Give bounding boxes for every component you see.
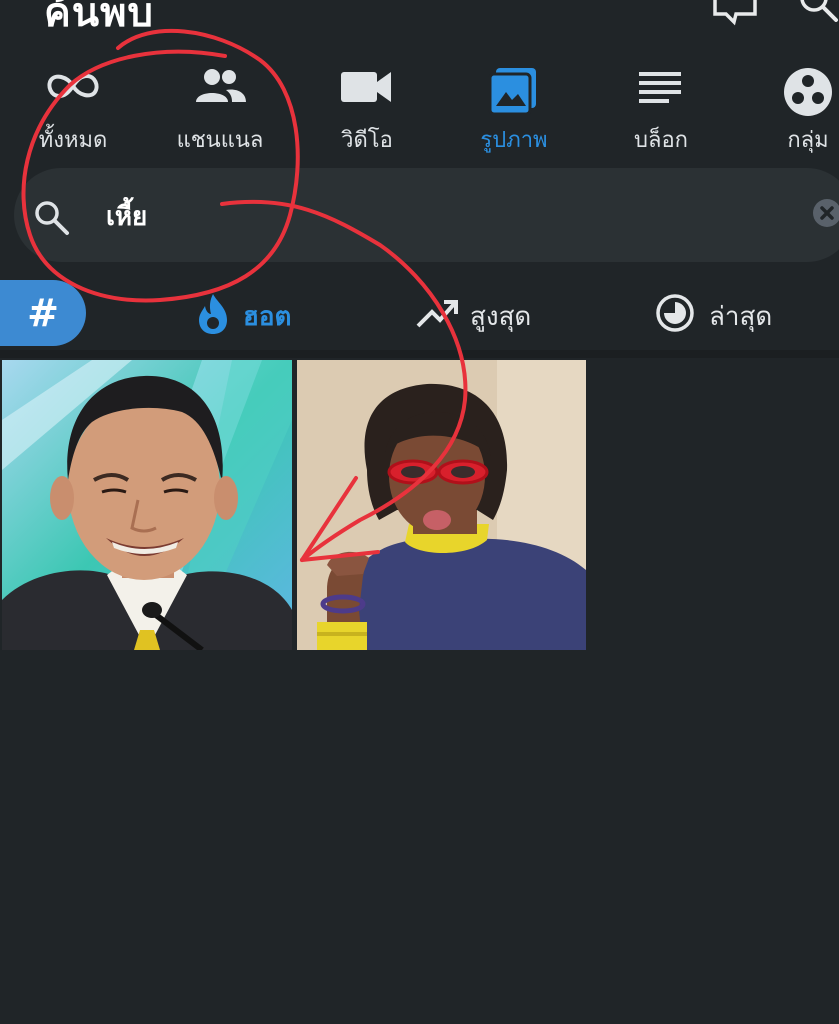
tab-images[interactable]: รูปภาพ (439, 60, 589, 160)
sort-label: สูงสุด (470, 302, 532, 332)
search-query[interactable]: เหี้ย (106, 196, 147, 237)
page-title: ค้นพบ (44, 0, 154, 36)
result-photo-man-in-suit[interactable] (2, 360, 292, 650)
result-photo-person-with-red-glasses[interactable] (297, 360, 586, 650)
divider (0, 350, 839, 358)
text-lines-icon (631, 66, 691, 114)
trending-up-icon (416, 296, 460, 336)
sort-options: # ฮอต สูงสุด ล่าสุด (0, 276, 839, 352)
tab-channels[interactable]: แชนแนล (145, 60, 295, 160)
search-icon (32, 198, 72, 242)
clock-icon (655, 292, 697, 338)
search-icon[interactable] (798, 0, 839, 26)
tab-label: บล็อก (634, 128, 688, 153)
tab-label: ทั้งหมด (38, 128, 108, 153)
tab-blogs[interactable]: บล็อก (586, 60, 736, 160)
category-tabs: ทั้งหมด แชนแนล วิดีโอ รูปภาพ บล็อก กลุ่ม (0, 60, 839, 160)
hashtag-button[interactable]: # (0, 280, 86, 346)
infinity-icon (43, 66, 103, 110)
search-input[interactable]: เหี้ย (14, 168, 839, 262)
flame-icon (195, 292, 231, 340)
tab-label: กลุ่ม (787, 128, 829, 153)
tab-label: แชนแนล (176, 128, 264, 153)
tab-all[interactable]: ทั้งหมด (0, 60, 148, 160)
image-icon (484, 66, 544, 122)
tab-groups[interactable]: กลุ่ม (733, 60, 839, 160)
tab-label: รูปภาพ (480, 128, 548, 153)
chat-icon[interactable] (712, 0, 758, 30)
clear-icon[interactable] (812, 198, 839, 232)
video-icon (337, 66, 397, 110)
sort-label: ล่าสุด (709, 302, 773, 332)
group-icon (778, 66, 838, 122)
sort-label: ฮอต (243, 302, 292, 332)
people-icon (190, 66, 250, 110)
tab-videos[interactable]: วิดีโอ (292, 60, 442, 160)
tab-label: วิดีโอ (341, 128, 393, 153)
